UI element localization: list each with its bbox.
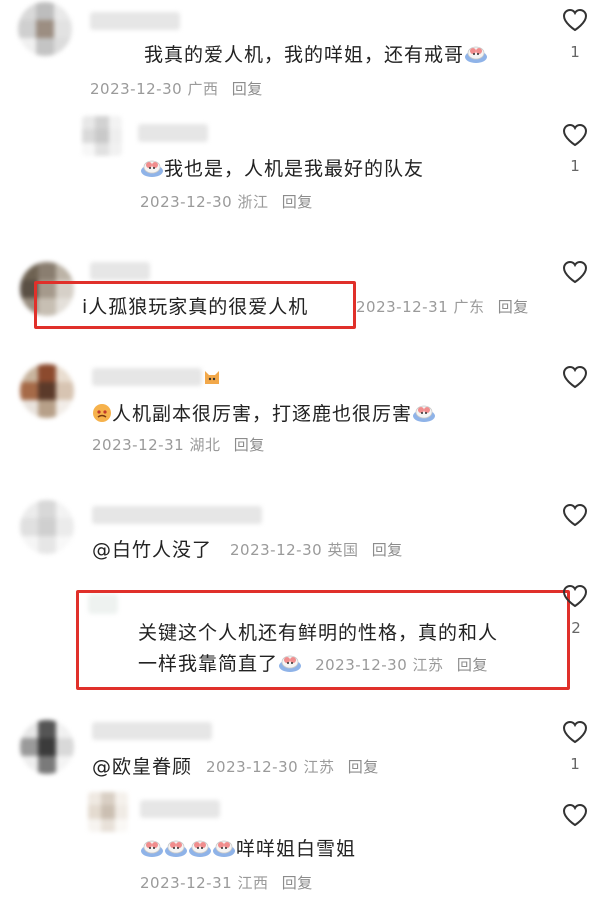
comment-text: 关键这个人机还有鲜明的性格，真的和人 (138, 622, 499, 644)
comment-date: 2023-12-30 (90, 80, 183, 98)
comment-region: 江苏 (412, 656, 444, 674)
comment-text: @白竹人没了 (92, 539, 213, 561)
sheep-emoji (164, 838, 188, 858)
avatar[interactable] (20, 500, 74, 554)
comment-body: 我也是，人机是我最好的队友 (164, 158, 425, 180)
comment-text: 我真的爱人机，我的咩姐，还有戒哥 (144, 40, 488, 67)
heart-outline-icon[interactable] (562, 720, 588, 744)
reply-button[interactable]: 回复 (282, 874, 313, 892)
username[interactable] (90, 262, 150, 280)
sheep-emoji (140, 158, 164, 178)
comment-date: 2023-12-30 (230, 541, 323, 559)
username[interactable] (90, 12, 180, 30)
username[interactable] (92, 506, 262, 524)
username[interactable] (92, 368, 202, 386)
avatar[interactable] (88, 792, 128, 832)
comment-region: 湖北 (189, 436, 221, 454)
heart-outline-icon[interactable] (562, 365, 588, 389)
username[interactable] (92, 722, 212, 740)
comment-region: 英国 (327, 541, 359, 559)
comment-text: 我也是，人机是我最好的队友 (140, 154, 424, 181)
sheep-emoji (140, 838, 164, 858)
reply-button[interactable]: 回复 (234, 436, 265, 454)
comment-meta: 2023-12-31 湖北 回复 (92, 434, 265, 455)
comment-body: 人机副本很厉害，打逐鹿也很厉害 (112, 403, 413, 425)
comment-body: 一样我靠简直了 (138, 653, 279, 675)
reply-button[interactable]: 回复 (348, 758, 379, 776)
heart-outline-icon[interactable] (562, 8, 588, 32)
sheep-emoji (188, 838, 212, 858)
sheep-emoji (212, 838, 236, 858)
comment-region: 广东 (453, 298, 485, 316)
angry-face-emoji (92, 403, 112, 423)
comment-date: 2023-12-30 (206, 758, 299, 776)
heart-outline-icon[interactable] (562, 584, 588, 608)
heart-outline-icon[interactable] (562, 260, 588, 284)
comment-text: i人孤狼玩家真的很爱人机 (82, 296, 309, 318)
comment-meta: 2023-12-30 英国 回复 (230, 539, 403, 560)
sheep-emoji (412, 403, 436, 423)
comment-meta: 2023-12-30 广西 回复 (90, 78, 263, 99)
reply-button[interactable]: 回复 (372, 541, 403, 559)
like-count: 2 (571, 619, 581, 637)
comment-body: 咩咩姐白雪姐 (236, 838, 357, 860)
comment-text: 一样我靠简直了 2023-12-30 江苏 回复 (138, 649, 488, 676)
sheep-emoji (278, 653, 302, 673)
comment-meta: 2023-12-31 江西 回复 (140, 872, 313, 893)
comment-region: 浙江 (237, 193, 269, 211)
username[interactable] (138, 124, 208, 142)
cat-emoji (202, 366, 222, 386)
comment-meta: 2023-12-31 广东 回复 (356, 296, 529, 317)
comment-meta: 2023-12-30 江苏 回复 (206, 756, 379, 777)
comment-date: 2023-12-31 (92, 436, 185, 454)
comment-region: 广西 (187, 80, 219, 98)
like-count: 1 (570, 755, 580, 773)
avatar[interactable] (18, 2, 72, 56)
heart-outline-icon[interactable] (562, 803, 588, 827)
comment-text: 咩咩姐白雪姐 (140, 834, 356, 861)
like-count: 1 (570, 43, 580, 61)
avatar[interactable] (20, 364, 74, 418)
comment-text: @欧皇眷顾 (92, 756, 193, 778)
username[interactable] (140, 800, 220, 818)
like-count: 1 (570, 157, 580, 175)
reply-button[interactable]: 回复 (457, 656, 488, 674)
avatar[interactable] (20, 720, 74, 774)
sheep-emoji (464, 44, 488, 64)
avatar[interactable] (82, 116, 122, 156)
comment-region: 江西 (237, 874, 269, 892)
comment-meta: 2023-12-30 浙江 回复 (140, 191, 313, 212)
comment-text: 人机副本很厉害，打逐鹿也很厉害 (92, 399, 436, 426)
reply-button[interactable]: 回复 (498, 298, 529, 316)
comment-date: 2023-12-31 (356, 298, 449, 316)
comment-region: 江苏 (303, 758, 335, 776)
heart-outline-icon[interactable] (562, 123, 588, 147)
heart-outline-icon[interactable] (562, 503, 588, 527)
comment-date: 2023-12-30 (140, 193, 233, 211)
reply-button[interactable]: 回复 (282, 193, 313, 211)
comment-meta: 2023-12-30 江苏 回复 (315, 656, 488, 674)
comment-date: 2023-12-30 (315, 656, 408, 674)
reply-button[interactable]: 回复 (232, 80, 263, 98)
comment-body: 我真的爱人机，我的咩姐，还有戒哥 (144, 44, 465, 66)
comment-date: 2023-12-31 (140, 874, 233, 892)
